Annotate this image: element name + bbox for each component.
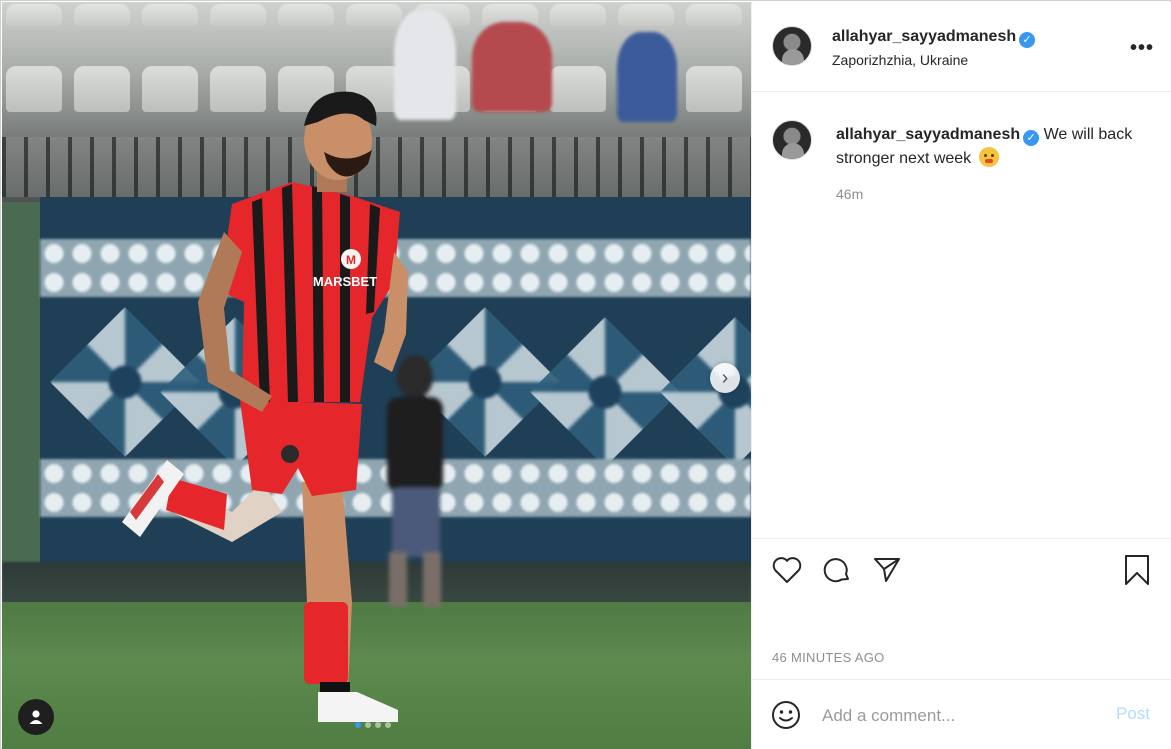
- jersey-sponsor: MARSBET: [313, 274, 377, 289]
- action-bar: [752, 538, 1171, 608]
- chevron-right-icon: ›: [721, 367, 729, 389]
- tagged-people-button[interactable]: [18, 699, 54, 735]
- comment-bar: Post: [752, 679, 1171, 749]
- post-photo[interactable]: M MARSBET ›: [2, 2, 751, 749]
- carousel-dot-3: [375, 722, 381, 728]
- caption-timestamp[interactable]: 46m: [836, 186, 863, 202]
- avatar[interactable]: [772, 26, 812, 66]
- verified-badge-icon: ✓: [1023, 130, 1040, 146]
- caption-text-block: allahyar_sayyadmanesh ✓ We will back stro…: [836, 123, 1136, 171]
- smiley-icon: [772, 701, 800, 729]
- share-button[interactable]: [870, 553, 904, 587]
- comment-icon: [823, 558, 849, 583]
- heart-icon: [772, 557, 802, 583]
- loudly-crying-face-emoji-icon: [978, 147, 999, 167]
- post-location[interactable]: Zaporizhzhia, Ukraine: [832, 52, 968, 68]
- emoji-picker-button[interactable]: [770, 699, 802, 731]
- save-button[interactable]: [1120, 553, 1154, 587]
- post-timestamp[interactable]: 46 MINUTES AGO: [772, 650, 885, 665]
- share-icon: [874, 558, 900, 582]
- header-username[interactable]: allahyar_sayyadmanesh: [832, 28, 1016, 45]
- carousel-indicator: [355, 722, 391, 728]
- comment-button[interactable]: [820, 553, 854, 587]
- verified-badge-icon: ✓: [1019, 32, 1036, 48]
- like-button[interactable]: [770, 553, 804, 587]
- jersey-badge: M: [346, 253, 356, 267]
- caption-avatar[interactable]: [772, 120, 812, 160]
- carousel-dot-4: [385, 722, 391, 728]
- carousel-dot-2: [365, 722, 371, 728]
- instagram-post-window: M MARSBET › allahyar_sayyadmanesh ✓ Zapo…: [0, 0, 1171, 749]
- carousel-dot-1: [355, 722, 361, 728]
- next-photo-button[interactable]: ›: [710, 363, 740, 393]
- post-header: allahyar_sayyadmanesh ✓ Zaporizhzhia, Ukr…: [752, 2, 1171, 92]
- football-player: M MARSBET: [122, 91, 408, 722]
- post-details-panel: allahyar_sayyadmanesh ✓ Zaporizhzhia, Ukr…: [751, 2, 1171, 749]
- comment-input[interactable]: [822, 702, 1102, 730]
- user-icon: [29, 710, 43, 724]
- more-options-icon[interactable]: •••: [1130, 38, 1154, 58]
- bookmark-icon: [1125, 555, 1149, 585]
- post-comment-button[interactable]: Post: [1116, 704, 1150, 724]
- caption-username[interactable]: allahyar_sayyadmanesh: [836, 126, 1020, 143]
